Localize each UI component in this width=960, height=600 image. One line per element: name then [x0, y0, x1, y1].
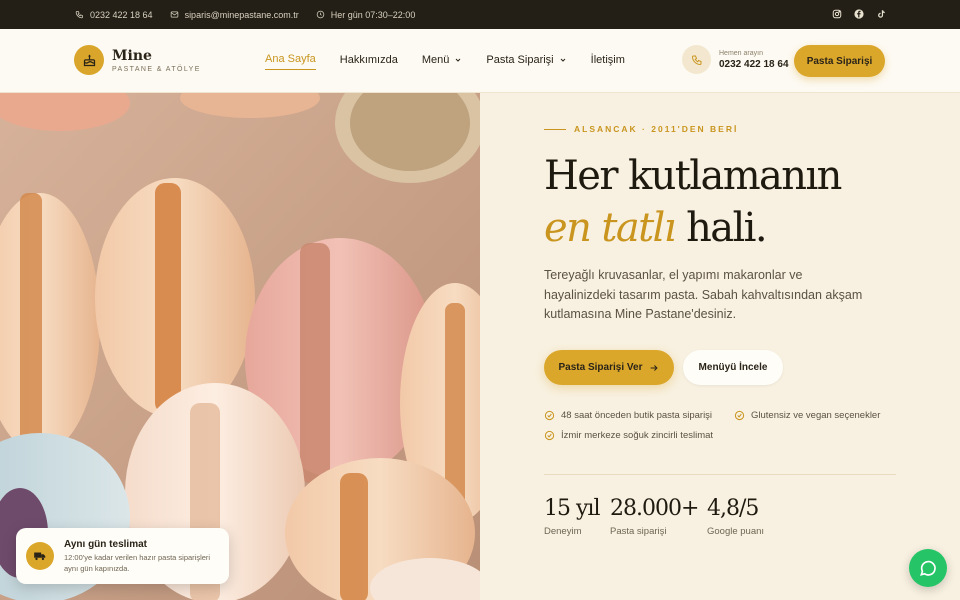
feature-item: Glutensiz ve vegan seçenekler: [734, 410, 880, 421]
main-header: Mine PASTANE & ATÖLYE Ana Sayfa Hakkımız…: [0, 29, 960, 93]
stat-value: 28.000+: [610, 496, 699, 521]
topbar-email-text: siparis@minepastane.com.tr: [184, 9, 299, 20]
eyebrow-line: [544, 128, 566, 130]
feature-text: 48 saat önceden butik pasta siparişi: [561, 410, 713, 421]
phone-icon: [75, 11, 83, 19]
top-info-bar: 0232 422 18 64 siparis@minepastane.com.t…: [0, 0, 960, 29]
logo[interactable]: Mine PASTANE & ATÖLYE: [74, 45, 201, 75]
order-cake-cta-label: Pasta Siparişi Ver: [558, 362, 643, 373]
chevron-down-icon: [456, 58, 461, 62]
delivery-description: 12:00'ye kadar verilen hazır pasta sipar…: [64, 553, 211, 573]
whatsapp-icon: [920, 560, 936, 576]
hero-headline: Her kutlamanın en tatlı hali.: [544, 150, 842, 254]
phone-icon: [682, 45, 711, 74]
brand-name: Mine: [112, 47, 152, 64]
check-circle-icon: [734, 410, 745, 421]
main-nav: Ana Sayfa Hakkımızda Menü Pasta Siparişi…: [265, 53, 649, 70]
truck-icon: [26, 542, 54, 570]
view-menu-button[interactable]: Menüyü İncele: [683, 350, 783, 385]
feature-text: Glutensiz ve vegan seçenekler: [751, 410, 881, 421]
contact-info: 0232 422 18 64 siparis@minepastane.com.t…: [75, 10, 432, 20]
clock-icon: [316, 10, 324, 19]
stat-orders: 28.000+ Pasta siparişi: [610, 496, 699, 537]
stat-rating: 4,8/5 Google puanı: [707, 496, 764, 537]
social-links: [832, 9, 886, 19]
topbar-hours: Her gün 07:30–22:00: [316, 9, 416, 20]
hero-lead: Tereyağlı kruvasanlar, el yapımı makaron…: [544, 268, 863, 321]
chevron-down-icon: [560, 58, 565, 62]
order-cake-cta[interactable]: Pasta Siparişi Ver: [544, 350, 674, 385]
stat-label: Deneyim: [544, 526, 582, 537]
header-phone[interactable]: Hemen arayın 0232 422 18 64: [682, 45, 789, 74]
nav-about-label: Hakkımızda: [339, 53, 398, 66]
headline-line-1: Her kutlamanın: [544, 153, 842, 199]
mail-icon: [170, 11, 178, 18]
nav-contact-label: İletişim: [590, 53, 625, 66]
hero-macaron-image: [0, 93, 480, 600]
feature-text: İzmir merkeze soğuk zincirli teslimat: [561, 430, 714, 441]
nav-menu-label: Menü: [421, 53, 450, 66]
hero-eyebrow: ALSANCAK · 2011'DEN BERİ: [544, 124, 738, 134]
nav-contact[interactable]: İletişim: [591, 53, 625, 70]
nav-cake-order-label: Pasta Siparişi: [486, 53, 554, 66]
whatsapp-button[interactable]: [909, 549, 947, 587]
topbar-hours-text: Her gün 07:30–22:00: [330, 9, 416, 20]
topbar-email[interactable]: siparis@minepastane.com.tr: [170, 10, 299, 20]
same-day-delivery-card: Aynı gün teslimat 12:00'ye kadar verilen…: [16, 528, 229, 584]
nav-cake-order[interactable]: Pasta Siparişi: [486, 53, 566, 70]
feature-item: İzmir merkeze soğuk zincirli teslimat: [544, 430, 713, 441]
eyebrow-text: ALSANCAK · 2011'DEN BERİ: [574, 124, 739, 134]
topbar-phone-text: 0232 422 18 64: [90, 9, 153, 20]
facebook-icon[interactable]: [854, 9, 864, 19]
tiktok-icon[interactable]: [876, 9, 886, 19]
stat-label: Pasta siparişi: [610, 526, 667, 537]
phone-number: 0232 422 18 64: [719, 58, 789, 70]
stat-label: Google puanı: [707, 526, 765, 537]
feature-item: 48 saat önceden butik pasta siparişi: [544, 410, 712, 421]
cake-icon: [74, 45, 104, 75]
delivery-title: Aynı gün teslimat: [64, 539, 147, 550]
nav-about[interactable]: Hakkımızda: [340, 53, 398, 70]
nav-home[interactable]: Ana Sayfa: [265, 53, 316, 70]
nav-menu[interactable]: Menü: [422, 53, 463, 70]
brand-subtitle: PASTANE & ATÖLYE: [112, 65, 201, 73]
instagram-icon[interactable]: [832, 9, 842, 19]
nav-home-label: Ana Sayfa: [265, 53, 316, 65]
arrow-right-icon: [651, 364, 659, 371]
phone-caption: Hemen arayın: [719, 49, 763, 57]
headline-rest: hali.: [686, 205, 768, 251]
topbar-phone[interactable]: 0232 422 18 64: [75, 10, 153, 20]
stat-experience: 15 yıl Deneyim: [544, 496, 600, 537]
headline-accent: en tatlı: [544, 205, 677, 251]
check-circle-icon: [544, 430, 555, 441]
cake-order-button[interactable]: Pasta Siparişi: [794, 45, 885, 77]
stat-value: 15 yıl: [544, 496, 600, 521]
stats-divider: [544, 474, 896, 475]
check-circle-icon: [544, 410, 555, 421]
stat-value: 4,8/5: [707, 496, 759, 521]
